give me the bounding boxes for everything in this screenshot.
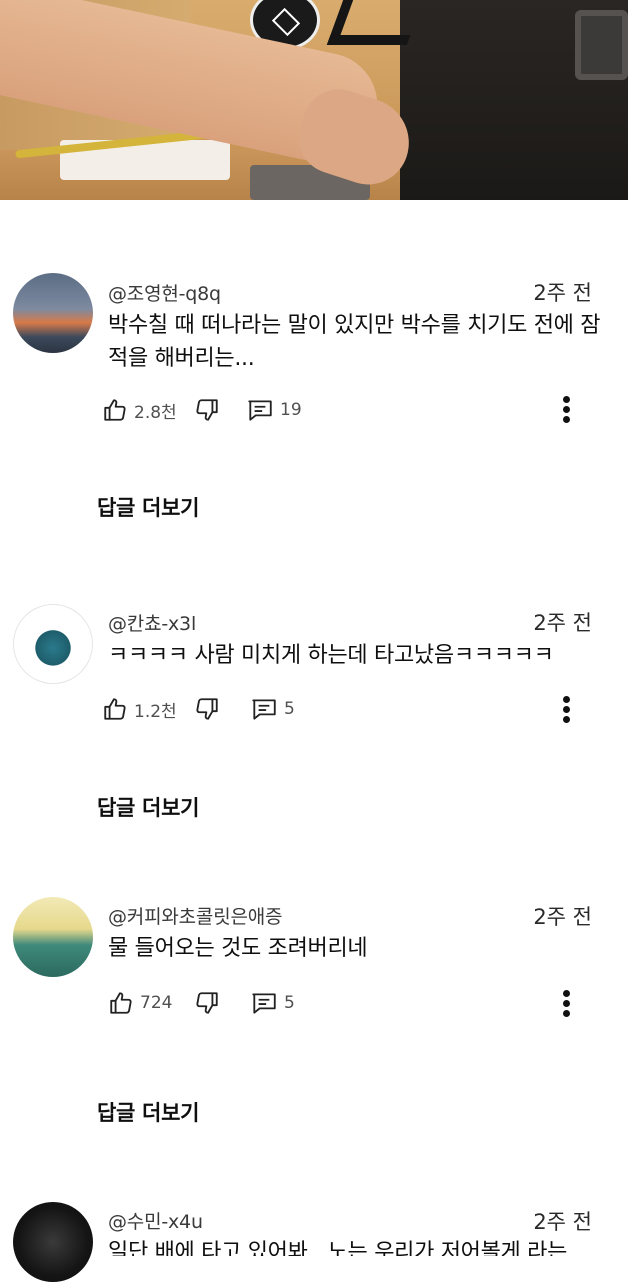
like-count: 724 [140, 993, 173, 1013]
video-player[interactable] [0, 0, 628, 200]
thumbs-up-icon [102, 696, 128, 722]
reply-comment-icon [250, 696, 278, 722]
video-scene-handle [575, 10, 628, 80]
avatar[interactable] [13, 1202, 93, 1282]
comment-author[interactable]: @칸쵸-x3l [108, 609, 196, 636]
comment-text: 일단 배에 타고 있어봐.. 노는 우리가 저어볼게 라는 [108, 1240, 568, 1256]
reply-count: 5 [284, 699, 295, 719]
avatar[interactable] [13, 273, 93, 353]
comment-author[interactable]: @조영현-q8q [108, 279, 221, 306]
comment-actions: 2.8천 19 [100, 393, 520, 427]
more-replies-button[interactable]: 답글 더보기 [97, 1097, 199, 1127]
dislike-button[interactable] [194, 692, 220, 726]
like-button[interactable]: 724 [108, 986, 172, 1020]
comment-text: ㅋㅋㅋㅋ 사람 미치게 하는데 타고났음ㅋㅋㅋㅋㅋ [108, 643, 554, 668]
thumbs-down-icon [194, 397, 220, 423]
reply-count: 5 [284, 993, 295, 1013]
comment-time: 2주 전 [533, 1210, 592, 1234]
reply-button[interactable]: 5 [250, 692, 295, 726]
comment-actions: 1.2천 5 [100, 692, 520, 726]
comment-text: 물 들어오는 것도 조려버리네 [108, 936, 368, 961]
comment-text: 박수칠 때 떠나라는 말이 있지만 박수를 치기도 전에 잠적을 해버리는... [108, 313, 601, 371]
more-replies-button[interactable]: 답글 더보기 [97, 792, 199, 822]
reply-count: 19 [280, 400, 302, 420]
reply-comment-icon [250, 990, 278, 1016]
comment-author[interactable]: @커피와초콜릿은애증 [108, 902, 283, 929]
dislike-button[interactable] [194, 393, 220, 427]
thumbs-up-icon [108, 990, 134, 1016]
more-vert-icon[interactable] [552, 987, 582, 1021]
reply-comment-icon [246, 397, 274, 423]
avatar[interactable] [13, 604, 93, 684]
thumbs-down-icon [194, 696, 220, 722]
more-vert-icon[interactable] [552, 393, 582, 427]
video-scene-sign [326, 0, 424, 45]
comment-time: 2주 전 [533, 611, 592, 635]
comment-actions: 724 5 [100, 986, 520, 1020]
like-count: 1.2천 [134, 701, 177, 722]
like-button[interactable]: 1.2천 [102, 692, 177, 726]
thumbs-up-icon [102, 397, 128, 423]
like-count: 2.8천 [134, 402, 177, 423]
thumbs-down-icon [194, 990, 220, 1016]
comment-author[interactable]: @수민-x4u [108, 1207, 203, 1234]
reply-button[interactable]: 5 [250, 986, 295, 1020]
reply-button[interactable]: 19 [246, 393, 302, 427]
like-button[interactable]: 2.8천 [102, 393, 177, 427]
more-replies-button[interactable]: 답글 더보기 [97, 492, 199, 522]
avatar[interactable] [13, 897, 93, 977]
comment-time: 2주 전 [533, 281, 592, 305]
dislike-button[interactable] [194, 986, 220, 1020]
comment-time: 2주 전 [533, 905, 592, 929]
more-vert-icon[interactable] [552, 693, 582, 727]
